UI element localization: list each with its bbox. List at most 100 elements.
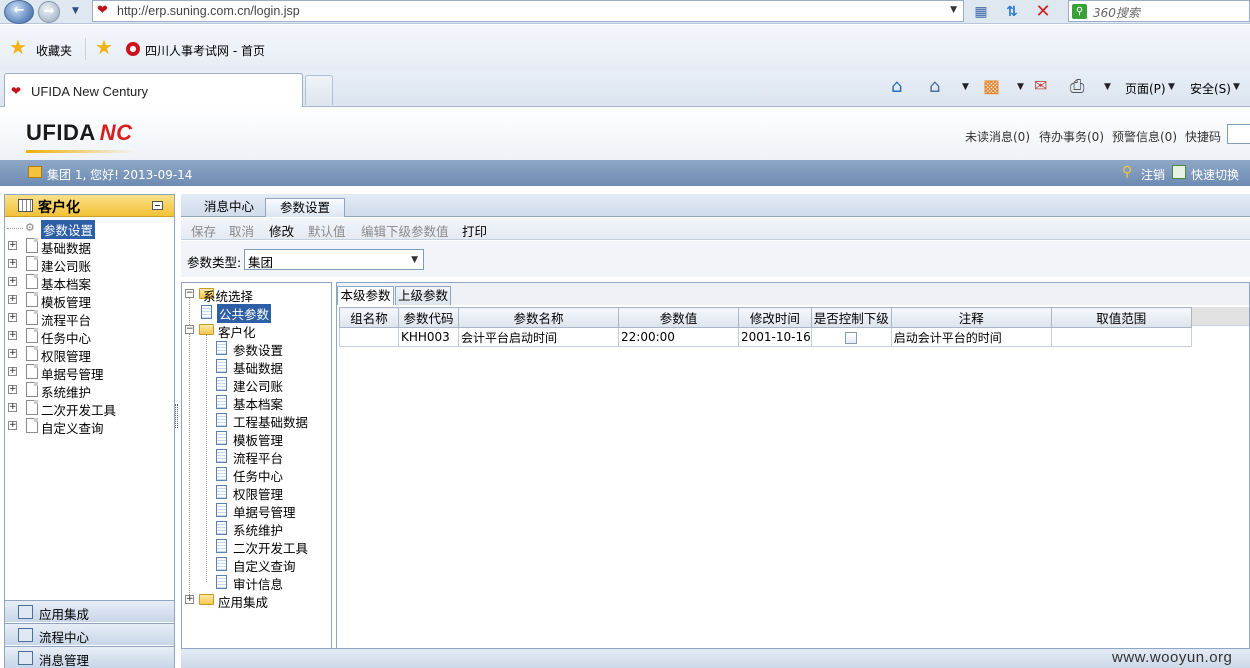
compatibility-view-icon[interactable]: ▦ bbox=[970, 1, 992, 23]
tree-node-child[interactable]: 参数设置 bbox=[182, 339, 332, 358]
feed-dropdown-icon[interactable]: ▼ bbox=[1017, 82, 1024, 92]
expand-icon[interactable]: + bbox=[8, 277, 17, 286]
nav-item-workflow-platform[interactable]: + 流程平台 bbox=[5, 309, 174, 328]
column-header[interactable]: 注释 bbox=[890, 307, 1052, 328]
tab-message-center[interactable]: 消息中心 bbox=[199, 198, 259, 217]
nav-item-company-accounts[interactable]: + 建公司账 bbox=[5, 255, 174, 274]
tree-node-child[interactable]: 权限管理 bbox=[182, 483, 332, 502]
tree-node-child[interactable]: 二次开发工具 bbox=[182, 537, 332, 556]
cell-code[interactable]: KHH003 bbox=[398, 327, 459, 347]
tree-node-child[interactable]: 流程平台 bbox=[182, 447, 332, 466]
rss-feed-icon[interactable]: ▩ bbox=[983, 76, 1000, 97]
refresh-icon[interactable]: ⇅ bbox=[1001, 1, 1023, 23]
bottom-nav-label[interactable]: 应用集成 bbox=[39, 604, 89, 623]
cell-control[interactable] bbox=[810, 327, 892, 347]
quick-switch-link[interactable]: 快速切换 bbox=[1191, 166, 1239, 183]
bottom-nav-workflow-center[interactable]: 流程中心 bbox=[5, 623, 174, 645]
nav-item-system-maintenance[interactable]: + 系统维护 bbox=[5, 381, 174, 400]
alerts-link[interactable]: 预警信息(0) bbox=[1112, 128, 1177, 145]
cell-name[interactable]: 会计平台启动时间 bbox=[458, 327, 619, 347]
default-value-button[interactable]: 默认值 bbox=[308, 221, 346, 240]
nav-item-param-settings[interactable]: ⚙ 参数设置 bbox=[5, 219, 174, 239]
cell-group[interactable] bbox=[339, 327, 399, 347]
bottom-nav-label[interactable]: 消息管理 bbox=[39, 650, 89, 668]
column-header[interactable]: 修改时间 bbox=[738, 307, 812, 328]
control-subordinate-checkbox[interactable] bbox=[845, 331, 858, 344]
nav-item-dev-tools[interactable]: + 二次开发工具 bbox=[5, 399, 174, 418]
save-button[interactable]: 保存 bbox=[191, 221, 216, 240]
unread-messages-link[interactable]: 未读消息(0) bbox=[965, 128, 1030, 145]
param-type-select[interactable]: 集团 ▼ bbox=[244, 249, 424, 270]
collapse-panel-button[interactable] bbox=[152, 201, 163, 210]
url-text[interactable]: http://erp.suning.com.cn/login.jsp bbox=[117, 4, 300, 18]
tree-node-child[interactable]: 建公司账 bbox=[182, 375, 332, 394]
expand-icon[interactable]: + bbox=[8, 385, 17, 394]
back-button[interactable]: ← bbox=[4, 0, 34, 24]
nav-item-template-management[interactable]: + 模板管理 bbox=[5, 291, 174, 310]
column-header[interactable]: 参数值 bbox=[618, 307, 739, 328]
tree-node-child[interactable]: 基础数据 bbox=[182, 357, 332, 376]
bottom-nav-app-integration[interactable]: 应用集成 bbox=[5, 600, 174, 622]
nav-item-basic-archives[interactable]: + 基本档案 bbox=[5, 273, 174, 292]
collapse-icon[interactable]: − bbox=[185, 325, 194, 334]
expand-icon[interactable]: + bbox=[8, 421, 17, 430]
tree-node-child[interactable]: 自定义查询 bbox=[182, 555, 332, 574]
tree-node-child[interactable]: 工程基础数据 bbox=[182, 411, 332, 430]
cancel-button[interactable]: 取消 bbox=[229, 221, 254, 240]
tree-node-child[interactable]: 系统维护 bbox=[182, 519, 332, 538]
column-header[interactable]: 参数名称 bbox=[458, 307, 619, 328]
add-favorite-icon[interactable]: ★ bbox=[95, 35, 113, 59]
nav-item-task-center[interactable]: + 任务中心 bbox=[5, 327, 174, 346]
cell-value[interactable]: 22:00:00 bbox=[618, 327, 739, 347]
table-row[interactable]: KHH003 会计平台启动时间 22:00:00 2001-10-16 启动会计… bbox=[339, 327, 1192, 347]
forward-button[interactable]: → bbox=[38, 1, 60, 23]
cell-note[interactable]: 启动会计平台的时间 bbox=[890, 327, 1052, 347]
favorite-site-link[interactable]: 四川人事考试网 - 首页 bbox=[145, 42, 265, 59]
expand-icon[interactable]: + bbox=[8, 367, 17, 376]
page-menu-dropdown-icon[interactable]: ▼ bbox=[1168, 82, 1175, 92]
security-menu-dropdown-icon[interactable]: ▼ bbox=[1233, 82, 1240, 92]
cell-range[interactable] bbox=[1050, 327, 1192, 347]
url-dropdown-icon[interactable]: ▼ bbox=[950, 5, 957, 15]
expand-icon[interactable]: + bbox=[8, 403, 17, 412]
nav-item-document-number[interactable]: + 单据号管理 bbox=[5, 363, 174, 382]
tree-node-child[interactable]: 单据号管理 bbox=[182, 501, 332, 520]
favorites-button[interactable]: 收藏夹 bbox=[36, 42, 72, 59]
bottom-nav-message-management[interactable]: 消息管理 bbox=[5, 646, 174, 668]
expand-icon[interactable]: + bbox=[8, 259, 17, 268]
tree-node-label[interactable]: 应用集成 bbox=[218, 592, 268, 611]
print-dropdown-icon[interactable]: ▼ bbox=[1104, 82, 1111, 92]
search-box[interactable]: ⚲ 360搜索 bbox=[1068, 0, 1250, 22]
column-header[interactable]: 参数代码 bbox=[398, 307, 459, 328]
home-dropdown-icon[interactable]: ▼ bbox=[962, 82, 969, 92]
home-options-icon[interactable]: ⌂ bbox=[929, 76, 940, 97]
chevron-down-icon[interactable]: ▼ bbox=[411, 255, 418, 265]
address-bar[interactable]: ❤ http://erp.suning.com.cn/login.jsp ▼ bbox=[92, 0, 964, 22]
nav-item-permission-management[interactable]: + 权限管理 bbox=[5, 345, 174, 364]
stop-icon[interactable]: ✕ bbox=[1032, 1, 1054, 23]
panel-splitter-handle[interactable] bbox=[175, 404, 178, 428]
new-tab-button[interactable] bbox=[305, 75, 333, 105]
expand-icon[interactable]: + bbox=[8, 349, 17, 358]
page-menu[interactable]: 页面(P) bbox=[1125, 80, 1166, 97]
expand-icon[interactable]: + bbox=[8, 313, 17, 322]
tree-node-child[interactable]: 基本档案 bbox=[182, 393, 332, 412]
logout-link[interactable]: 注销 bbox=[1141, 166, 1165, 183]
tab-param-settings[interactable]: 参数设置 bbox=[265, 198, 345, 217]
print-button[interactable]: 打印 bbox=[462, 221, 487, 240]
todo-link[interactable]: 待办事务(0) bbox=[1039, 128, 1104, 145]
tree-node-child[interactable]: 任务中心 bbox=[182, 465, 332, 484]
column-header[interactable]: 取值范围 bbox=[1050, 307, 1192, 328]
browser-tab-active[interactable]: ❤ UFIDA New Century bbox=[4, 73, 303, 107]
history-dropdown-icon[interactable]: ▼ bbox=[72, 6, 79, 16]
nav-item-label[interactable]: 自定义查询 bbox=[41, 418, 104, 437]
column-header[interactable]: 组名称 bbox=[339, 307, 399, 328]
tab-parent-level-params[interactable]: 上级参数 bbox=[395, 286, 451, 305]
modify-button[interactable]: 修改 bbox=[269, 221, 294, 240]
expand-icon[interactable]: + bbox=[8, 331, 17, 340]
tab-current-level-params[interactable]: 本级参数 bbox=[337, 286, 394, 305]
expand-icon[interactable]: + bbox=[8, 295, 17, 304]
bottom-nav-label[interactable]: 流程中心 bbox=[39, 627, 89, 646]
nav-item-basic-data[interactable]: + 基础数据 bbox=[5, 237, 174, 256]
tree-node-app-integration[interactable]: + 应用集成 bbox=[182, 591, 332, 611]
